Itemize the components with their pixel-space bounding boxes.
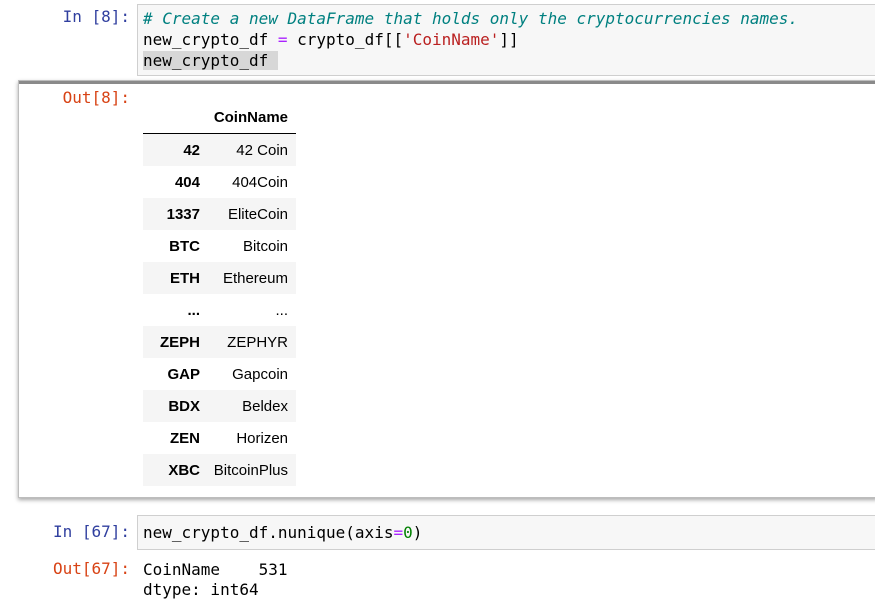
cell-67-input-prompt: In [67]: [52, 522, 130, 541]
cell-8-input-prompt: In [8]: [62, 7, 130, 26]
table-row: XBC BitcoinPlus [143, 454, 296, 486]
table-row: ZEPH ZEPHYR [143, 326, 296, 358]
row-index: 404 [174, 173, 200, 191]
table-header-row: CoinName [143, 102, 296, 134]
coinname-cell: Gapcoin [232, 365, 288, 383]
coinname-cell: ZEPHYR [227, 333, 288, 351]
index-header [143, 102, 208, 134]
row-index: ... [187, 301, 200, 319]
row-index: ZEPH [159, 333, 200, 351]
row-index: 1337 [166, 205, 200, 223]
column-header-coinname: CoinName [208, 102, 296, 134]
code-number: 0 [403, 523, 413, 542]
row-index: ETH [170, 269, 200, 287]
table-row: ZEN Horizen [143, 422, 296, 454]
nunique-output-line-2: dtype: int64 [143, 580, 259, 599]
code-line: new_crypto_df.nunique(axis=0) [143, 522, 422, 543]
code-call-end: ) [412, 523, 423, 542]
coinname-cell: Beldex [242, 397, 288, 415]
coinname-cell: ... [275, 301, 288, 319]
cell-67-output-prompt: Out[67]: [52, 559, 130, 578]
code-line-2: new_crypto_df = crypto_df[['CoinName']] [143, 29, 519, 50]
row-index: BDX [168, 397, 200, 415]
row-index: GAP [167, 365, 200, 383]
coinname-cell: Bitcoin [242, 237, 288, 255]
cell-67-code-editor[interactable]: new_crypto_df.nunique(axis=0) [137, 515, 875, 550]
cell-8-code-editor[interactable]: # Create a new DataFrame that holds only… [137, 4, 875, 76]
code-expr: crypto_df[[ [287, 30, 404, 49]
code-call: new_crypto_df.nunique(axis [143, 523, 394, 542]
code-operator: = [393, 523, 404, 542]
dataframe-table: CoinName 42 42 Coin 404 404Coin 1337 EliteCoi… [143, 102, 296, 486]
row-index: XBC [168, 461, 200, 479]
row-index: BTC [169, 237, 200, 255]
code-var: new_crypto_df [143, 30, 278, 49]
code-string: 'CoinName' [403, 30, 500, 49]
code-line-3: new_crypto_df [143, 50, 278, 71]
table-row: 1337 EliteCoin [143, 198, 296, 230]
table-row: GAP Gapcoin [143, 358, 296, 390]
cell-8-output-prompt: Out[8]: [62, 88, 130, 107]
nunique-output-line-1: CoinName 531 [143, 560, 288, 579]
coinname-cell: 404Coin [232, 173, 288, 191]
table-row: 42 42 Coin [143, 133, 296, 166]
row-index: 42 [183, 141, 200, 159]
row-index: ZEN [170, 429, 200, 447]
coinname-cell: Ethereum [222, 269, 288, 287]
table-row: ETH Ethereum [143, 262, 296, 294]
code-comment: # Create a new DataFrame that holds only… [143, 9, 799, 28]
coinname-cell: EliteCoin [227, 205, 288, 223]
code-expr-end: ]] [499, 30, 519, 49]
table-row: BTC Bitcoin [143, 230, 296, 262]
code-selection: new_crypto_df [143, 51, 278, 70]
table-row: 404 404Coin [143, 166, 296, 198]
table-row: BDX Beldex [143, 390, 296, 422]
code-operator: = [277, 30, 288, 49]
coinname-cell: BitcoinPlus [213, 461, 288, 479]
coinname-cell: Horizen [236, 429, 288, 447]
table-row: ...... [143, 294, 296, 326]
coinname-cell: 42 Coin [236, 141, 288, 159]
